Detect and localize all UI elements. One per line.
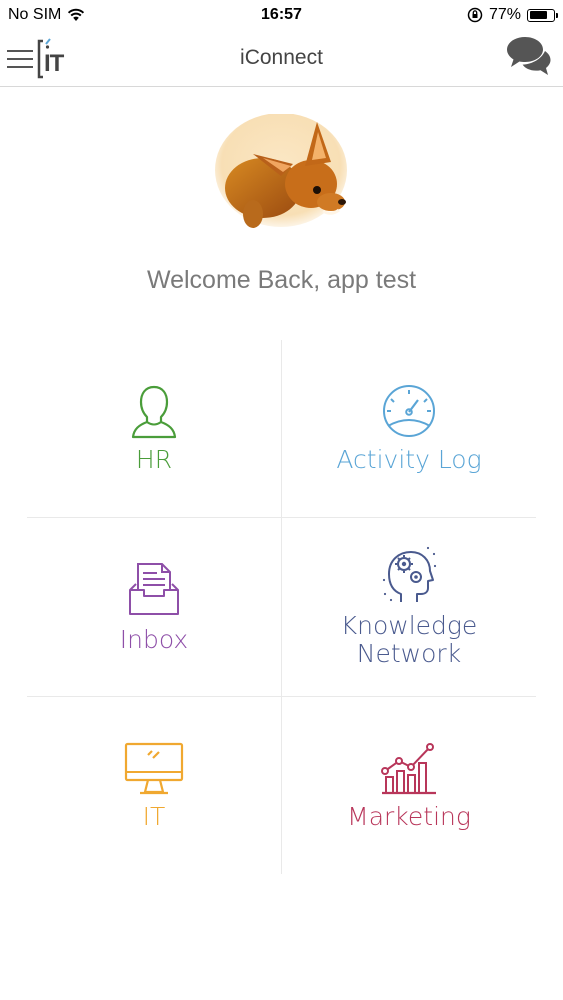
tile-label: Inbox xyxy=(119,625,189,654)
gauge-icon xyxy=(383,385,435,437)
app-logo: IT xyxy=(37,38,71,80)
chat-button[interactable] xyxy=(503,36,551,83)
status-left: No SIM xyxy=(8,6,85,24)
tile-knowledge-network[interactable]: Knowledge Network xyxy=(282,518,536,696)
nav-bar: IT iConnect xyxy=(0,30,563,87)
battery-fill xyxy=(529,11,548,19)
tile-label: IT xyxy=(142,802,166,831)
tile-inbox[interactable]: Inbox xyxy=(27,518,281,696)
inbox-tray-icon xyxy=(129,563,179,615)
module-grid: HR Activity Log Inbox Knowledge Network … xyxy=(27,340,536,874)
battery-percent: 77% xyxy=(488,6,521,23)
page-title: iConnect xyxy=(240,46,323,69)
tile-label: Marketing xyxy=(347,802,471,831)
wifi-icon xyxy=(68,8,85,21)
monitor-icon xyxy=(124,742,184,795)
menu-button[interactable]: IT xyxy=(6,38,71,80)
rotation-lock-icon xyxy=(467,7,483,23)
status-bar: No SIM 16:57 77% xyxy=(0,0,563,30)
status-right: 77% xyxy=(467,6,558,24)
tile-marketing[interactable]: Marketing xyxy=(282,697,536,875)
avatar[interactable] xyxy=(213,113,350,236)
hamburger-menu-icon xyxy=(7,50,33,68)
tile-label: Knowledge Network xyxy=(340,611,478,668)
carrier-label: No SIM xyxy=(8,6,62,23)
welcome-message: Welcome Back, app test xyxy=(146,266,417,294)
bar-chart-icon xyxy=(381,743,436,795)
tile-label: HR xyxy=(135,445,173,474)
tile-it[interactable]: IT xyxy=(27,697,281,875)
chat-bubbles-icon xyxy=(507,37,551,75)
brain-gears-icon xyxy=(382,546,437,602)
person-icon xyxy=(131,385,177,439)
tile-hr[interactable]: HR xyxy=(27,340,281,518)
battery-icon xyxy=(527,8,558,22)
tile-label: Activity Log xyxy=(336,445,482,474)
logo-text: IT xyxy=(44,50,64,77)
tile-activity-log[interactable]: Activity Log xyxy=(282,340,536,518)
